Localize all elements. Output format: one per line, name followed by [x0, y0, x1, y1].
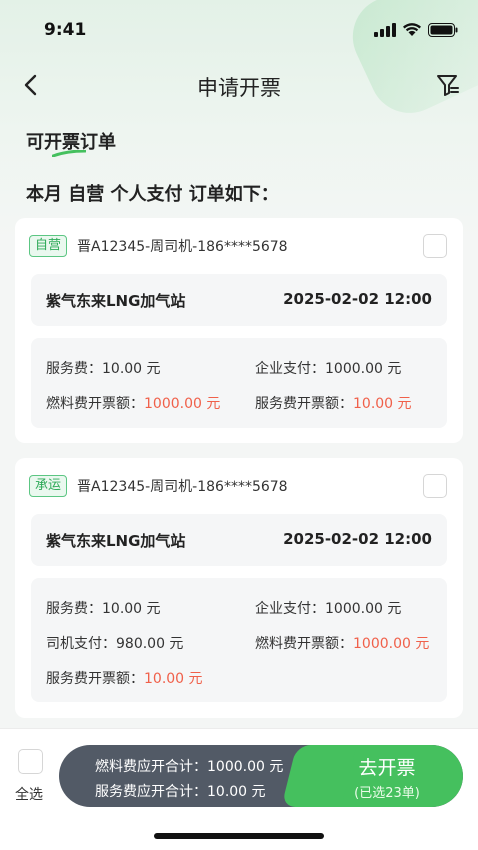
company-payment: 企业支付：1000.00 元: [255, 361, 402, 377]
order-time: 2025-02-02 12:00: [283, 290, 432, 308]
order-type-tag: 承运: [29, 475, 68, 497]
service-invoice-value: 10.00 元: [353, 396, 412, 412]
page-title: 申请开票: [197, 76, 281, 100]
service-fee: 服务费：10.00 元: [46, 601, 161, 617]
fuel-invoice-label: 燃料费开票额：: [255, 636, 353, 652]
select-all-label[interactable]: 全选: [15, 784, 43, 804]
status-icons: [374, 22, 458, 37]
invoice-button[interactable]: 去开票 (已选23单): [311, 745, 463, 807]
invoice-button-label: 去开票: [358, 757, 416, 779]
fuel-invoice-value: 1000.00 元: [144, 396, 221, 412]
service-invoice-amount: 服务费开票额：10.00 元: [255, 393, 412, 413]
station-row: 紫气东来LNG加气站 2025-02-02 12:00: [31, 274, 447, 326]
fee-details: 服务费：10.00 元 企业支付：1000.00 元 司机支付：980.00 元…: [31, 578, 447, 702]
signal-icon: [374, 22, 396, 37]
service-total: 服务费应开合计：10.00 元: [95, 784, 266, 800]
fuel-total: 燃料费应开合计：1000.00 元: [95, 759, 284, 775]
service-fee: 服务费：10.00 元: [46, 361, 161, 377]
selected-count: (已选23单): [354, 786, 420, 801]
fuel-invoice-label: 燃料费开票额：: [46, 396, 144, 412]
status-time: 9:41: [44, 20, 87, 40]
station-name: 紫气东来LNG加气站: [46, 292, 186, 310]
title-underline: [52, 150, 86, 157]
service-invoice-label: 服务费开票额：: [46, 671, 144, 687]
company-payment: 企业支付：1000.00 元: [255, 601, 402, 617]
order-checkbox[interactable]: [423, 474, 447, 498]
service-invoice-amount: 服务费开票额：10.00 元: [46, 668, 203, 688]
order-summary: 本月 自营 个人支付 订单如下：: [26, 184, 279, 205]
filter-button[interactable]: [434, 70, 462, 100]
wifi-icon: [403, 23, 421, 36]
driver-info: 晋A12345-周司机-186****5678: [77, 479, 288, 495]
status-bar: 9:41: [0, 0, 478, 60]
battery-icon: [428, 22, 458, 37]
fee-details: 服务费：10.00 元 企业支付：1000.00 元 燃料费开票额：1000.0…: [31, 338, 447, 428]
fuel-invoice-value: 1000.00 元: [353, 636, 430, 652]
order-checkbox[interactable]: [423, 234, 447, 258]
filter-icon: [437, 75, 459, 96]
station-name: 紫气东来LNG加气站: [46, 532, 186, 550]
order-type-tag: 自营: [29, 235, 68, 257]
service-invoice-value: 10.00 元: [144, 671, 203, 687]
invoice-total-bar: 燃料费应开合计：1000.00 元 服务费应开合计：10.00 元 去开票 (已…: [59, 745, 463, 807]
order-card[interactable]: 自营 晋A12345-周司机-186****5678 紫气东来LNG加气站 20…: [15, 218, 463, 443]
driver-payment: 司机支付：980.00 元: [46, 636, 184, 652]
select-all-checkbox[interactable]: [18, 749, 43, 774]
order-card-header: 承运 晋A12345-周司机-186****5678: [29, 474, 288, 498]
order-card[interactable]: 承运 晋A12345-周司机-186****5678 紫气东来LNG加气站 20…: [15, 458, 463, 718]
driver-info: 晋A12345-周司机-186****5678: [77, 239, 288, 255]
fuel-invoice-amount: 燃料费开票额：1000.00 元: [255, 633, 429, 653]
service-invoice-label: 服务费开票额：: [255, 396, 353, 412]
order-time: 2025-02-02 12:00: [283, 530, 432, 548]
fuel-invoice-amount: 燃料费开票额：1000.00 元: [46, 393, 220, 413]
station-row: 紫气东来LNG加气站 2025-02-02 12:00: [31, 514, 447, 566]
nav-bar: 申请开票: [0, 62, 478, 110]
order-card-header: 自营 晋A12345-周司机-186****5678: [29, 234, 288, 258]
bottom-bar: 全选 燃料费应开合计：1000.00 元 服务费应开合计：10.00 元 去开票…: [0, 728, 478, 850]
home-indicator: [154, 833, 324, 839]
